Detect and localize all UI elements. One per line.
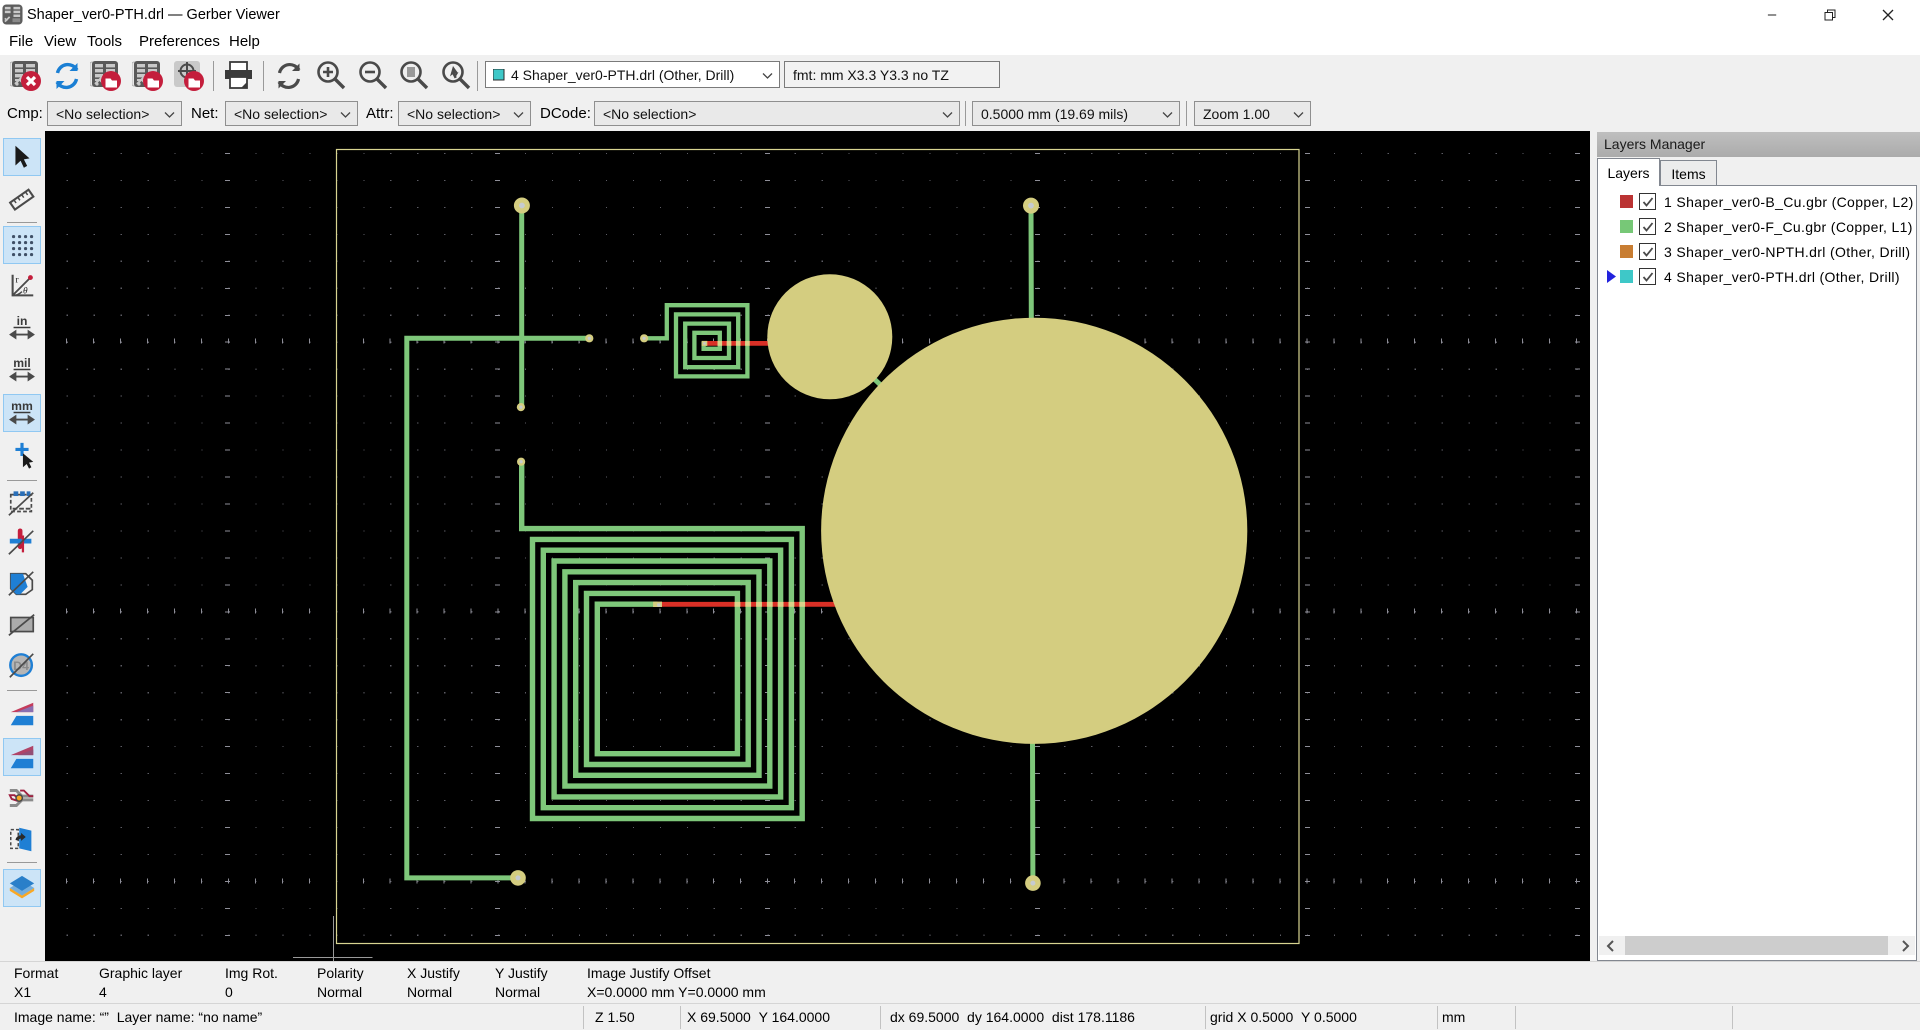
svg-text:r: r — [15, 275, 19, 285]
svg-text:mm: mm — [11, 399, 33, 413]
svg-text:mil: mil — [13, 356, 31, 370]
svg-text:in: in — [17, 314, 28, 328]
svg-text:θ: θ — [23, 287, 28, 297]
